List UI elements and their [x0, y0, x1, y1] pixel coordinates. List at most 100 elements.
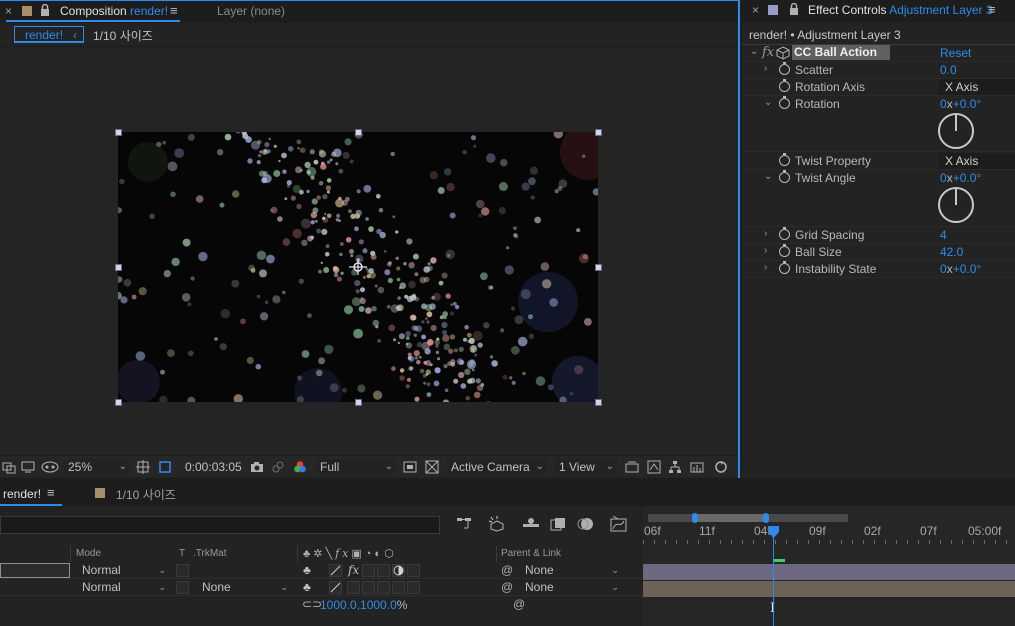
timeline-graph[interactable]: 06f 11f 04f 09f 02f 07f 05:00f I — [643, 506, 1015, 626]
motion-blur-icon[interactable] — [576, 517, 594, 531]
panel-menu-icon[interactable]: ≡ — [47, 485, 55, 500]
shy-icon[interactable]: ♣ — [303, 563, 311, 577]
adjustment-layer-icon[interactable]: ◐ — [374, 548, 384, 560]
parent-column-header[interactable]: Parent & Link — [501, 548, 561, 559]
show-snapshot-icon[interactable] — [271, 460, 285, 474]
shy-icon[interactable]: ♣ — [303, 580, 311, 594]
frame-blend-icon[interactable]: ▣ — [351, 548, 364, 560]
trkmat-column-header[interactable]: .TrkMat — [193, 548, 227, 559]
shy-icon[interactable]: ♣ — [303, 548, 313, 560]
lock-icon[interactable] — [40, 4, 50, 16]
scale-numbers[interactable]: 1000.0,1000.0 — [320, 598, 397, 612]
twist-angle-dial[interactable] — [938, 187, 974, 223]
fx-icon[interactable]: fx — [762, 45, 774, 60]
chevron-right-icon[interactable]: › — [764, 228, 767, 239]
timeline-tab-sub[interactable]: 1/10 사이즈 — [116, 486, 176, 503]
layer-tab[interactable]: Layer (none) — [217, 4, 285, 18]
bbox-handle-bl[interactable] — [115, 399, 122, 406]
parent-dropdown[interactable]: None ⌄ — [519, 580, 623, 595]
anchor-point-icon[interactable] — [349, 259, 367, 275]
trkmat-dropdown[interactable]: None ⌄ — [196, 580, 292, 595]
3d-layer-toggle[interactable] — [407, 581, 420, 594]
monitor-icon[interactable] — [21, 460, 35, 474]
stopwatch-icon[interactable] — [779, 79, 790, 92]
flowchart-icon[interactable] — [668, 460, 682, 474]
refresh-icon[interactable] — [714, 460, 728, 474]
collapse-icon[interactable]: ✲ — [313, 548, 325, 560]
close-icon[interactable]: × — [752, 3, 759, 17]
bbox-handle-tc[interactable] — [355, 129, 362, 136]
grid-spacing-value[interactable]: 4 — [940, 228, 947, 242]
graph-editor-icon[interactable] — [610, 516, 628, 532]
playhead-line[interactable] — [773, 526, 774, 626]
bbox-handle-bc[interactable] — [355, 399, 362, 406]
frame-blend-toggle[interactable] — [362, 581, 375, 594]
preserve-transparency-toggle[interactable] — [176, 564, 189, 577]
timecode[interactable]: 0:00:03:05 — [185, 460, 242, 474]
stopwatch-icon[interactable] — [779, 170, 790, 183]
pick-whip-icon[interactable]: @ — [501, 563, 513, 577]
composition-viewer[interactable] — [0, 48, 738, 455]
scatter-value[interactable]: 0.0 — [940, 63, 957, 77]
frame-blending-icon[interactable] — [550, 517, 566, 531]
adjustment-layer-toggle[interactable] — [392, 581, 405, 594]
chevron-down-icon[interactable]: ⌄ — [764, 171, 772, 182]
t-column-header[interactable]: T — [179, 548, 185, 559]
chevron-right-icon[interactable]: › — [764, 262, 767, 273]
breadcrumb-current[interactable]: render! ‹ — [14, 26, 84, 43]
twist-angle-revolutions[interactable]: 0 — [940, 171, 947, 185]
view-layout-dropdown[interactable]: 1 View ⌄ — [555, 459, 617, 475]
camera-dropdown[interactable]: Active Camera ⌄ — [447, 459, 547, 475]
reset-link[interactable]: Reset — [940, 46, 971, 60]
rotation-value[interactable]: 0x+0.0° — [940, 97, 981, 111]
timeline-search-input[interactable] — [0, 516, 440, 534]
ball-size-value[interactable]: 42.0 — [940, 245, 963, 259]
effect-fx-icon[interactable]: fx — [335, 547, 351, 560]
quality-toggle[interactable] — [329, 564, 342, 577]
fast-previews-icon[interactable] — [403, 460, 417, 474]
blend-mode-dropdown[interactable]: Normal ⌄ — [76, 580, 170, 595]
mode-column-header[interactable]: Mode — [76, 548, 101, 559]
hide-shy-layers-icon[interactable] — [522, 517, 540, 531]
stopwatch-icon[interactable] — [779, 153, 790, 166]
adjustment-layer-bar[interactable] — [643, 564, 1015, 580]
layer-row[interactable]: Normal ⌄ ♣ fx @ None ⌄ — [0, 562, 643, 579]
rotation-revolutions[interactable]: 0 — [940, 97, 947, 111]
parent-dropdown[interactable]: None ⌄ — [519, 563, 623, 578]
preserve-transparency-toggle[interactable] — [176, 581, 189, 594]
resolution-dropdown[interactable]: Full ⌄ — [316, 459, 396, 475]
comp-mini-flowchart-icon[interactable] — [456, 517, 472, 531]
twist-angle-degrees[interactable]: +0.0° — [953, 171, 982, 185]
twist-angle-value[interactable]: 0x+0.0° — [940, 171, 981, 185]
draft-3d-icon[interactable] — [488, 516, 506, 532]
work-area-start-handle[interactable] — [692, 513, 698, 523]
always-preview-icon[interactable] — [2, 460, 16, 474]
instability-degrees[interactable]: +0.0° — [953, 262, 982, 276]
toggle-pixel-aspect-icon[interactable] — [625, 460, 639, 474]
effect-controls-tab[interactable]: Effect Controls Adjustment Layer 3 — [808, 3, 993, 17]
mask-icon[interactable] — [41, 460, 59, 474]
stopwatch-icon[interactable] — [779, 62, 790, 75]
chevron-down-icon[interactable]: ⌄ — [750, 46, 758, 57]
bbox-handle-tr[interactable] — [595, 129, 602, 136]
playhead-handle[interactable] — [768, 526, 779, 538]
bbox-handle-mr[interactable] — [595, 264, 602, 271]
scale-value[interactable]: 1000.0,1000.0% — [320, 598, 407, 612]
instability-revolutions[interactable]: 0 — [940, 262, 947, 276]
work-area-end-handle[interactable] — [763, 513, 769, 523]
motion-blur-col-icon[interactable]: ◔ — [365, 548, 375, 560]
camera-snapshot-icon[interactable] — [250, 460, 264, 474]
effect-header-row[interactable]: ⌄ fx CC Ball Action Reset — [742, 45, 1015, 62]
effect-name[interactable]: CC Ball Action — [792, 45, 890, 60]
exposure-reset-icon[interactable] — [690, 460, 704, 474]
blend-mode-dropdown[interactable]: Normal ⌄ — [76, 563, 170, 578]
timeline-tab-render[interactable]: render! — [3, 487, 41, 501]
panel-menu-icon[interactable]: ≡ — [170, 3, 178, 18]
motion-blur-toggle[interactable] — [377, 581, 390, 594]
region-of-interest-icon[interactable] — [158, 460, 172, 474]
layer-bar[interactable] — [643, 581, 1015, 597]
composition-tab[interactable]: Composition render! — [60, 4, 168, 18]
frame-blend-toggle[interactable] — [362, 564, 375, 577]
effect-fx-toggle[interactable]: fx — [348, 563, 359, 577]
chevron-down-icon[interactable]: ⌄ — [764, 97, 772, 108]
